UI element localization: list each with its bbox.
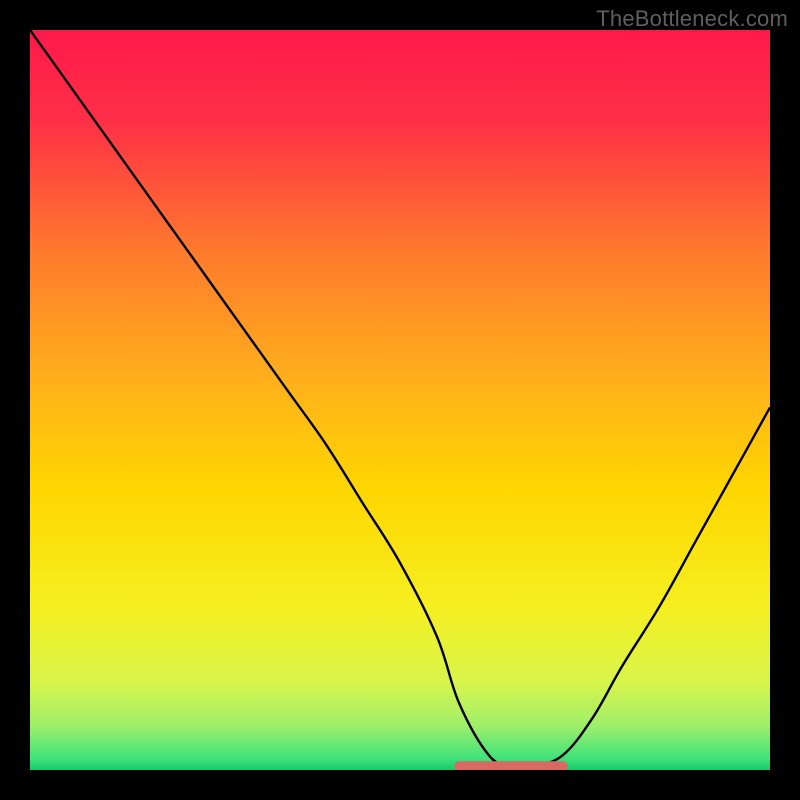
chart-svg — [30, 30, 770, 770]
watermark-text: TheBottleneck.com — [596, 6, 788, 32]
chart-background — [30, 30, 770, 770]
plot-area — [30, 30, 770, 770]
chart-frame: TheBottleneck.com — [0, 0, 800, 800]
